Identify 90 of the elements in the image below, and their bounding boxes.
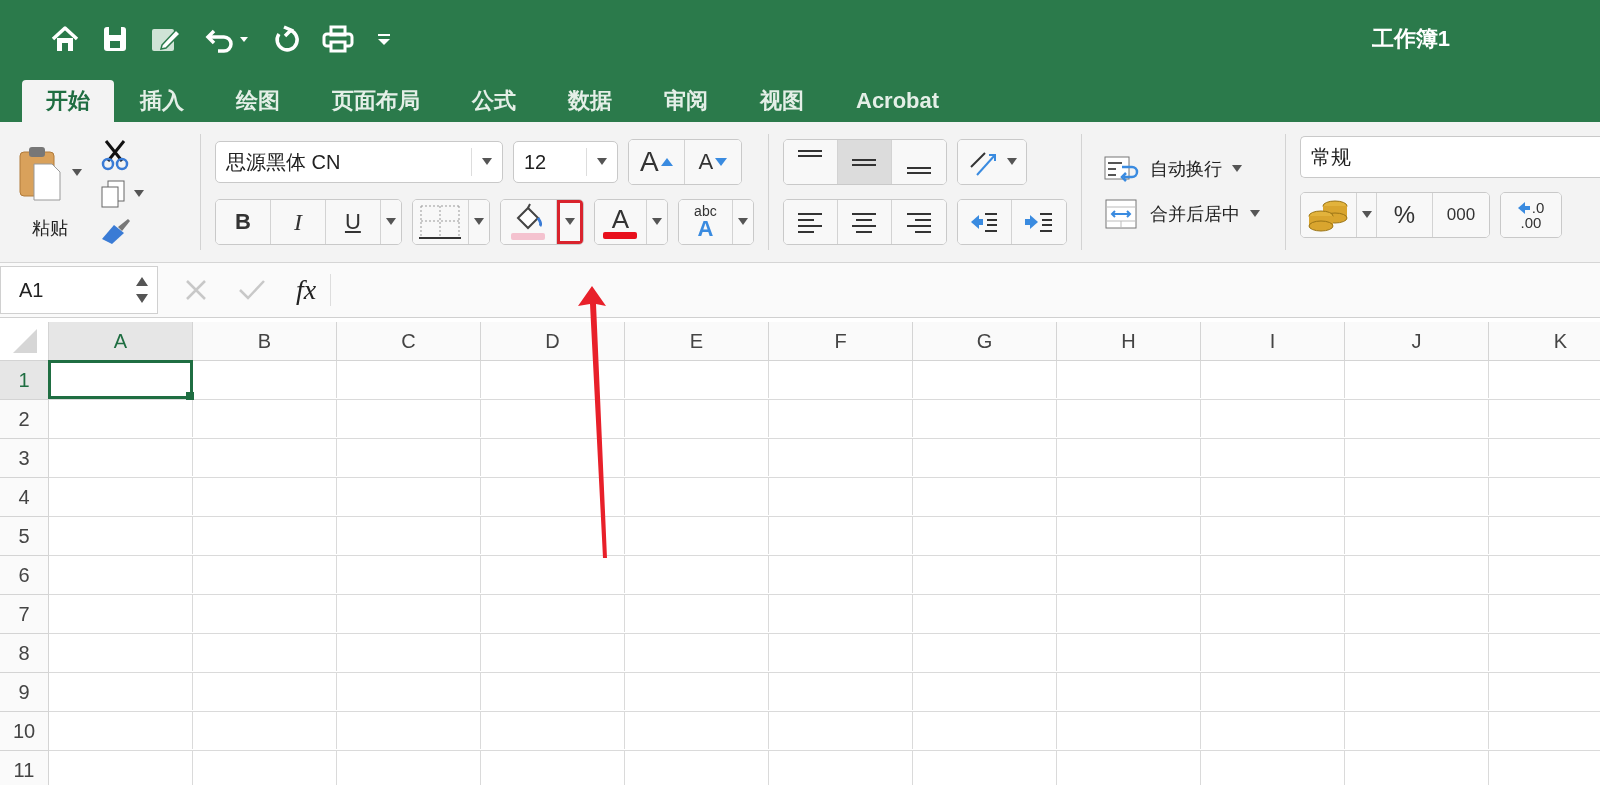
customize-menu-icon[interactable]: [376, 32, 392, 46]
merge-center-button[interactable]: 合并后居中: [1095, 199, 1272, 229]
row-header[interactable]: 10: [0, 712, 49, 751]
column-header[interactable]: C: [337, 322, 481, 361]
outdent-icon: [969, 210, 1000, 234]
align-lines-icon: [798, 150, 823, 157]
vertical-align-button[interactable]: [783, 140, 838, 184]
caret-icon: [481, 158, 492, 166]
caret-icon: [1361, 211, 1372, 219]
column-header[interactable]: D: [481, 322, 625, 361]
active-cell[interactable]: [48, 360, 193, 399]
align-left-button[interactable]: [783, 200, 838, 244]
column-header[interactable]: J: [1345, 322, 1489, 361]
paintbrush-icon[interactable]: [100, 217, 132, 245]
caret-icon: [596, 158, 607, 166]
ribbon-tab[interactable]: 视图: [734, 80, 830, 122]
fill-handle[interactable]: [186, 392, 194, 400]
borders-button[interactable]: [412, 200, 469, 244]
row-header[interactable]: 4: [0, 478, 49, 517]
scissors-icon[interactable]: [100, 139, 130, 171]
font-color-button[interactable]: A: [594, 200, 647, 244]
paste-label[interactable]: 粘贴: [32, 216, 68, 240]
caret-icon[interactable]: [72, 169, 82, 177]
caret-icon[interactable]: [134, 190, 144, 198]
bold-button[interactable]: B: [215, 200, 271, 244]
ribbon-tab[interactable]: 开始: [22, 80, 114, 122]
wrap-text-icon: [1103, 155, 1140, 183]
row-header[interactable]: 11: [0, 751, 49, 785]
fill-color-dropdown[interactable]: [556, 200, 583, 244]
column-header[interactable]: F: [769, 322, 913, 361]
row-header[interactable]: 1: [0, 361, 49, 400]
name-box[interactable]: A1: [0, 266, 158, 314]
caret-icon: [564, 218, 575, 226]
window-title: 工作簿1: [1371, 25, 1450, 53]
clipboard-icon[interactable]: [18, 144, 64, 202]
ribbon-tab[interactable]: Acrobat: [830, 80, 966, 122]
row-header[interactable]: 2: [0, 400, 49, 439]
text-orientation-button[interactable]: [957, 140, 1026, 184]
up-triangle-icon: [660, 158, 673, 166]
indent-icon: [1023, 210, 1054, 234]
ribbon-tab[interactable]: 绘图: [210, 80, 306, 122]
caret-icon: [385, 218, 396, 226]
row-header[interactable]: 7: [0, 595, 49, 634]
left-arrow-icon: [1517, 201, 1530, 214]
coins-icon: [1306, 198, 1351, 232]
font-name-field[interactable]: 思源黑体 CN: [214, 141, 503, 183]
align-lines-icon: [906, 167, 931, 174]
caret-icon: [1006, 158, 1017, 166]
down-triangle-icon: [715, 158, 728, 166]
caret-icon: [473, 218, 484, 226]
home-icon[interactable]: [50, 25, 80, 53]
align-lines-icon: [852, 158, 877, 166]
column-header[interactable]: I: [1201, 322, 1345, 361]
ribbon-tab[interactable]: 插入: [114, 80, 210, 122]
ribbon-tab[interactable]: 公式: [446, 80, 542, 122]
ribbon-tab[interactable]: 审阅: [638, 80, 734, 122]
row-header[interactable]: 8: [0, 634, 49, 673]
row-header[interactable]: 5: [0, 517, 49, 556]
column-header[interactable]: A: [49, 322, 193, 361]
column-header[interactable]: G: [913, 322, 1057, 361]
font-size-field[interactable]: 12: [512, 141, 618, 183]
column-header[interactable]: E: [625, 322, 769, 361]
caret-icon: [737, 218, 748, 226]
caret-icon: [1249, 210, 1260, 218]
vertical-align-button[interactable]: [837, 140, 892, 184]
row-header[interactable]: 3: [0, 439, 49, 478]
number-format-field[interactable]: 常规: [1300, 136, 1600, 178]
row-header[interactable]: 9: [0, 673, 49, 712]
caret-icon: [1231, 165, 1242, 173]
print-icon[interactable]: [322, 25, 354, 53]
ribbon-tab[interactable]: 数据: [542, 80, 638, 122]
redo-icon[interactable]: [272, 25, 300, 53]
column-header[interactable]: B: [193, 322, 337, 361]
increase-font-size-button[interactable]: A: [628, 140, 685, 184]
insert-function-button[interactable]: fx: [296, 274, 332, 306]
text-effects-button[interactable]: abc A: [678, 200, 733, 244]
column-header[interactable]: H: [1057, 322, 1201, 361]
increase-decimal-button[interactable]: .0 .00: [1501, 193, 1561, 237]
fill-color-button[interactable]: [500, 200, 557, 244]
caret-icon: [651, 218, 662, 226]
currency-button[interactable]: [1301, 193, 1357, 237]
row-header[interactable]: 6: [0, 556, 49, 595]
checkmark-icon[interactable]: [238, 278, 266, 302]
merge-cells-icon: [1103, 199, 1140, 229]
save-icon[interactable]: [102, 25, 128, 53]
up-down-arrows-icon: [135, 275, 149, 305]
wrap-text-button[interactable]: 自动换行: [1095, 155, 1272, 183]
decrease-indent-button[interactable]: [957, 200, 1012, 244]
column-header[interactable]: K: [1489, 322, 1600, 361]
ribbon-tab[interactable]: 页面布局: [306, 80, 446, 122]
